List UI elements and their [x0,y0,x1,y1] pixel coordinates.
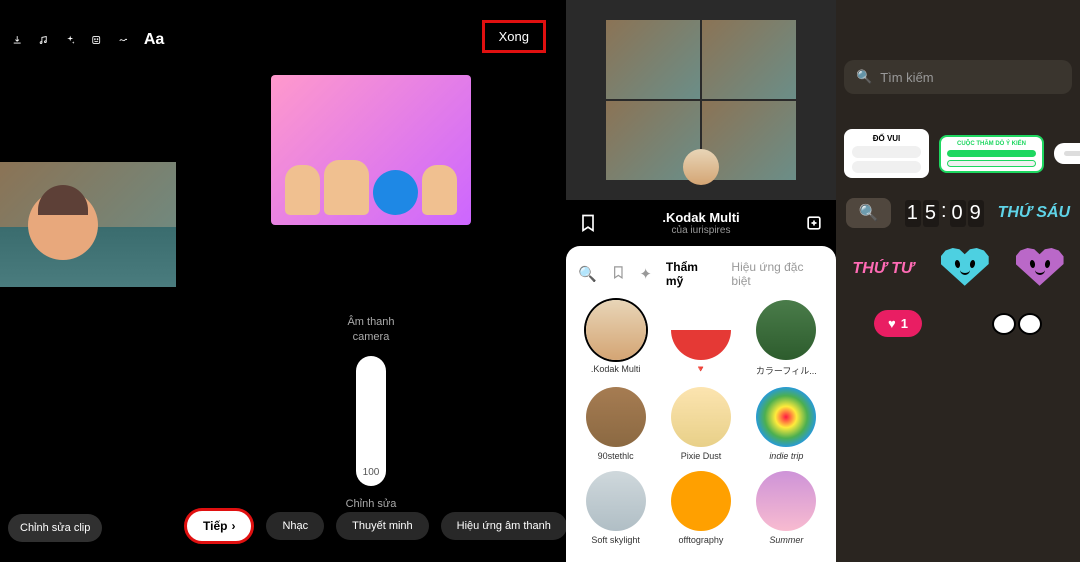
music-icon[interactable] [38,30,48,50]
effect-item[interactable]: カラーフィル... [749,300,824,377]
effect-item-name: 🔻 [663,364,738,375]
effect-thumb [756,300,816,360]
effect-item[interactable]: indie trip [749,387,824,461]
effect-item-name: 90stethlc [578,451,653,461]
effect-thumb [671,300,731,360]
effect-item[interactable]: Summer [749,471,824,545]
heart-icon: ♥ [888,316,896,331]
effect-thumb [756,471,816,531]
effect-thumb [671,387,731,447]
effect-item-name: Soft skylight [578,535,653,545]
next-button[interactable]: Tiếp › [184,508,254,544]
effect-author: của iurispires [598,225,804,236]
search-sticker[interactable]: 🔍 [846,198,891,228]
search-input[interactable]: 🔍 Tìm kiếm [844,60,1072,94]
day-sticker-friday[interactable]: THỨ SÁU [998,204,1071,222]
heart-sticker-blue[interactable] [941,248,989,290]
effect-item[interactable]: 🔻 [663,300,738,377]
search-placeholder: Tìm kiếm [880,70,933,85]
effect-thumb [586,387,646,447]
sticker-icon[interactable] [91,30,101,50]
audio-label: Âm thanh camera [176,315,566,346]
edit-clip-button[interactable]: Chỉnh sửa clip [8,514,102,542]
heart-sticker-purple[interactable] [1016,248,1064,290]
tab-aesthetic[interactable]: Thẩm mỹ [666,260,717,288]
poll-sticker[interactable]: CUỘC THĂM DÒ Ý KIẾN [939,135,1044,173]
like-badge-sticker[interactable]: ♥ 1 [874,310,922,337]
download-icon[interactable] [12,30,22,50]
effect-item[interactable]: offtography [663,471,738,545]
draw-icon[interactable] [118,30,128,50]
effect-item-name: indie trip [749,451,824,461]
tab-sound-effect[interactable]: Hiệu ứng âm thanh [441,512,567,540]
effect-preview [566,0,836,200]
search-icon[interactable]: 🔍 [578,265,597,283]
volume-slider[interactable]: 100 [356,356,386,486]
add-to-collection-icon[interactable] [804,213,824,233]
effect-name: .Kodak Multi [598,210,804,225]
sparkle-tab-icon[interactable]: ✦ [639,265,652,283]
effect-item-name: Pixie Dust [663,451,738,461]
effect-item[interactable]: Soft skylight [578,471,653,545]
sparkle-icon[interactable] [65,30,75,50]
tab-narration[interactable]: Thuyết minh [336,512,429,540]
bookmark-tab-icon[interactable] [611,265,626,284]
effect-thumb [671,471,731,531]
effect-thumbnail [683,149,719,185]
effect-thumb [756,387,816,447]
preview-character [28,190,98,260]
glasses-sticker[interactable] [992,313,1042,335]
bookmark-icon[interactable] [578,213,598,233]
video-preview[interactable] [271,75,471,225]
tab-special[interactable]: Hiệu ứng đặc biệt [731,260,824,288]
effect-thumb [586,471,646,531]
quiz-sticker[interactable]: ĐỐ VUI [844,129,929,178]
time-sticker[interactable]: 15:09 [905,200,984,227]
effect-thumb [586,300,646,360]
chevron-right-icon: › [231,519,235,533]
effect-item-name: Summer [749,535,824,545]
effect-item-name: カラーフィル... [749,364,824,377]
effect-item[interactable]: Pixie Dust [663,387,738,461]
effect-item-name: offtography [663,535,738,545]
slider-value: 100 [363,467,380,478]
effect-item[interactable]: 90stethlc [578,387,653,461]
preview-characters [271,75,471,225]
effect-item-name: .Kodak Multi [578,364,653,374]
effect-item[interactable]: .Kodak Multi [578,300,653,377]
day-sticker-wednesday[interactable]: THỨ TƯ [852,260,913,278]
video-preview[interactable] [0,162,176,287]
search-icon: 🔍 [856,69,872,85]
text-icon[interactable]: Aa [144,30,164,50]
done-button[interactable]: Xong [482,20,546,53]
emoji-slider-sticker[interactable] [1054,143,1080,164]
tab-music[interactable]: Nhạc [266,512,324,540]
